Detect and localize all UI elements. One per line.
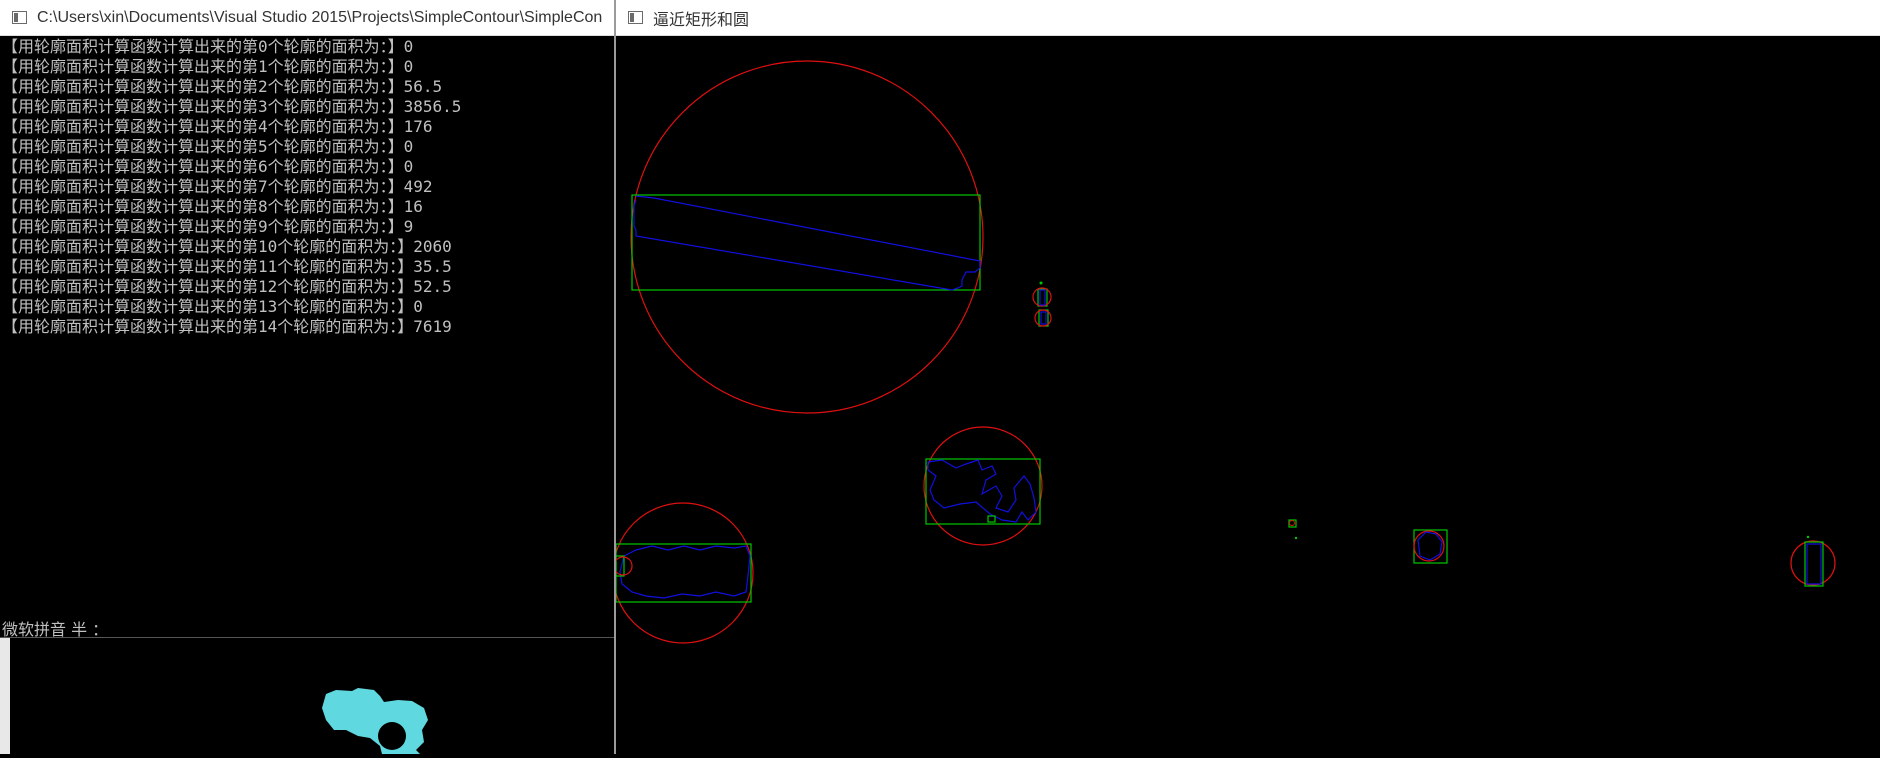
console-line: 【用轮廓面积计算函数计算出来的第1个轮廓的面积为：】0 <box>2 57 414 76</box>
contour-shape-small-pair <box>1032 281 1052 327</box>
console-line: 【用轮廓面积计算函数计算出来的第11个轮廓的面积为：】35.5 <box>2 257 452 276</box>
contour-shape-bottom-left <box>612 502 754 644</box>
contour-shape-large <box>630 60 984 414</box>
preview-window <box>0 638 614 754</box>
contour-drawing <box>612 60 1836 644</box>
console-line: 【用轮廓面积计算函数计算出来的第4个轮廓的面积为：】176 <box>2 117 433 136</box>
preview-window-edge <box>0 638 10 754</box>
contour-path <box>619 545 751 599</box>
console-title-bar[interactable]: C:\Users\xin\Documents\Visual Studio 201… <box>0 0 614 36</box>
image-window: 逼近矩形和圆 <box>612 0 1880 754</box>
console-line: 【用轮廓面积计算函数计算出来的第5个轮廓的面积为：】0 <box>2 137 414 156</box>
console-line: 【用轮廓面积计算函数计算出来的第8个轮廓的面积为：】16 <box>2 197 423 216</box>
enclosing-circle <box>923 426 1043 546</box>
console-line: 【用轮廓面积计算函数计算出来的第7个轮廓的面积为：】492 <box>2 177 433 196</box>
console-line: 【用轮廓面积计算函数计算出来的第6个轮廓的面积为：】0 <box>2 157 414 176</box>
contour-path <box>633 195 981 291</box>
console-window: C:\Users\xin\Documents\Visual Studio 201… <box>0 0 614 754</box>
image-canvas[interactable] <box>612 37 1880 754</box>
console-line: 【用轮廓面积计算函数计算出来的第9个轮廓的面积为：】9 <box>2 217 414 236</box>
enclosing-circle <box>1790 540 1836 586</box>
image-title: 逼近矩形和圆 <box>653 11 750 29</box>
console-line: 【用轮廓面积计算函数计算出来的第14个轮廓的面积为：】7619 <box>2 317 452 336</box>
enclosing-circle <box>1289 520 1295 526</box>
contour-path <box>987 515 996 523</box>
bounding-rect <box>1804 541 1824 587</box>
console-line: 【用轮廓面积计算函数计算出来的第10个轮廓的面积为：】2060 <box>2 237 452 256</box>
contour-dot <box>1039 281 1043 285</box>
enclosing-circle <box>612 502 754 644</box>
contour-shape-middle <box>923 426 1043 546</box>
contour-dot <box>1806 535 1810 539</box>
console-title: C:\Users\xin\Documents\Visual Studio 201… <box>37 8 603 26</box>
console-line: 【用轮廓面积计算函数计算出来的第12个轮廓的面积为：】52.5 <box>2 277 452 296</box>
contour-shape-square <box>1413 529 1448 564</box>
contour-path <box>927 459 1037 523</box>
console-line: 【用轮廓面积计算函数计算出来的第0个轮廓的面积为：】0 <box>2 37 414 56</box>
preview-image <box>322 688 428 754</box>
console-line: 【用轮廓面积计算函数计算出来的第13个轮廓的面积为：】0 <box>2 297 423 316</box>
contour-path <box>1417 531 1443 561</box>
enclosing-circle <box>630 60 984 414</box>
contour-path <box>1806 543 1822 585</box>
image-title-bar[interactable]: 逼近矩形和圆 <box>616 0 1880 36</box>
image-window-icon <box>628 11 643 24</box>
enclosing-circle <box>1032 287 1052 307</box>
contour-path <box>1039 289 1046 306</box>
contour-path <box>1040 311 1047 325</box>
bounding-rect <box>631 194 981 291</box>
preview-blob-hole <box>378 722 406 750</box>
contour-shape-tiny <box>1288 519 1298 540</box>
console-output: 【用轮廓面积计算函数计算出来的第0个轮廓的面积为：】0 【用轮廓面积计算函数计算出… <box>2 37 614 337</box>
console-line: 【用轮廓面积计算函数计算出来的第2个轮廓的面积为：】56.5 <box>2 77 443 96</box>
bounding-rect <box>1037 288 1048 307</box>
console-line: 【用轮廓面积计算函数计算出来的第3个轮廓的面积为：】3856.5 <box>2 97 462 116</box>
console-window-icon <box>12 11 27 24</box>
preview-blob <box>322 688 428 754</box>
contour-shape-right <box>1790 535 1836 587</box>
contour-dot <box>1294 536 1298 540</box>
